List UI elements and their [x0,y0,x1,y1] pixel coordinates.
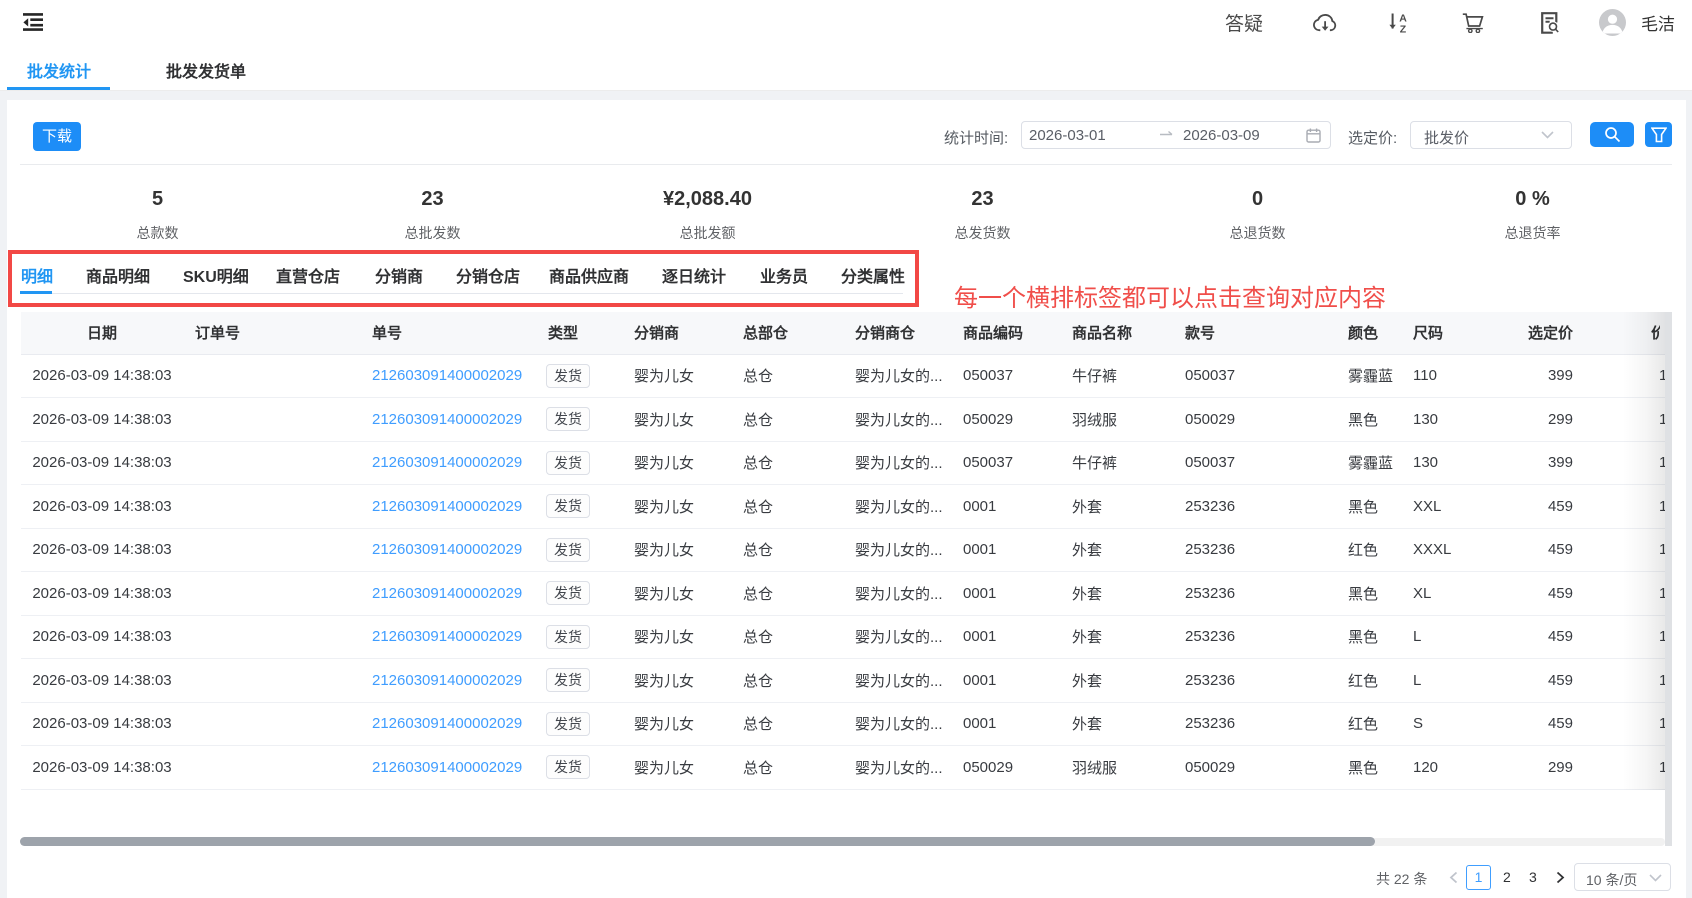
svg-text:Z: Z [1400,23,1407,33]
